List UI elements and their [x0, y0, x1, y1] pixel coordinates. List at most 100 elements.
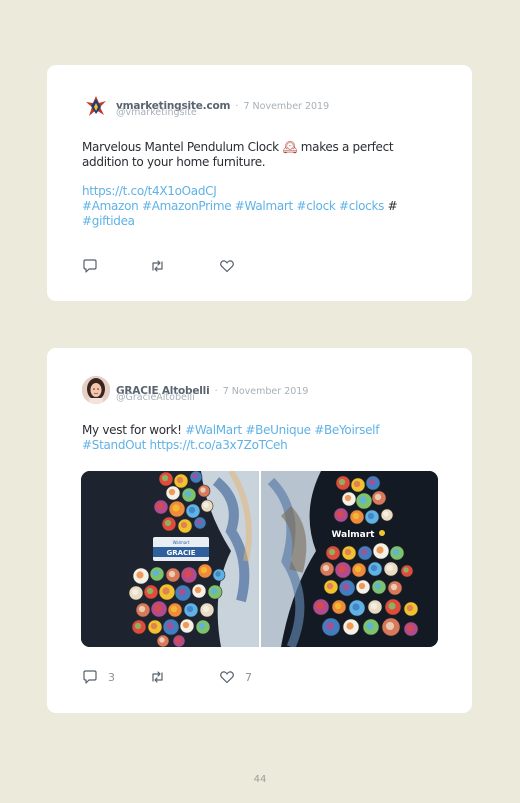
pin-button-detail [196, 519, 202, 525]
username[interactable]: @GracieAltobelli [116, 392, 195, 403]
tweet-card: GRACIE Altobelli · 7 November 2019 @Grac… [47, 348, 472, 713]
pin-button-detail [215, 571, 221, 577]
pin-button-detail [172, 504, 180, 512]
hashtag-giftidea[interactable]: #giftidea [82, 214, 135, 228]
pin-button-detail [353, 480, 361, 488]
pin-button-detail [338, 565, 346, 573]
username[interactable]: @vmarketingsite [116, 107, 197, 118]
pin-button-detail [336, 510, 344, 518]
retweet-button[interactable] [149, 669, 176, 685]
text-before-emoji: Marvelous Mantel Pendulum Clock [82, 140, 279, 154]
hashtags-and-link[interactable]: #StandOut https://t.co/a3x7ZoTCeh [82, 438, 288, 452]
pin-button-detail [360, 548, 368, 556]
pin-button-detail [176, 476, 184, 484]
vest-photo-right[interactable]: Walmart [261, 471, 438, 647]
pin-button-detail [138, 605, 146, 613]
pin-button-detail [161, 474, 169, 482]
avatar[interactable] [82, 93, 110, 121]
hashtags[interactable]: #WalMart #BeUnique #BeYoirself [185, 423, 379, 437]
pin-button-detail [374, 582, 382, 590]
pin-button-detail [354, 565, 362, 573]
pin-button-detail [178, 588, 186, 596]
pin-button-detail [342, 583, 350, 591]
pin-button-detail [344, 494, 352, 502]
pin-button-detail [210, 587, 218, 595]
pin-button-detail [168, 488, 176, 496]
pin-button-detail [192, 473, 198, 479]
pin-button-detail [316, 602, 324, 610]
reply-button[interactable]: 3 [82, 669, 115, 685]
clock-emoji: 🕰 [282, 140, 298, 154]
pin-button-detail [146, 587, 154, 595]
pin-button-detail [383, 511, 389, 517]
pin-button-detail [136, 571, 144, 579]
tweet-date[interactable]: 7 November 2019 [223, 386, 309, 397]
svg-text:Walmart: Walmart [332, 530, 376, 540]
like-icon [219, 258, 235, 274]
pin-button-detail [359, 496, 367, 504]
hash-plain: # [387, 199, 398, 213]
reply-icon [82, 258, 98, 274]
vest-photo-left[interactable]: GRACIE Walmart [81, 471, 259, 647]
reply-button[interactable] [82, 258, 108, 274]
pin-button-detail [352, 512, 360, 520]
pin-button-detail [392, 548, 400, 556]
text-plain: My vest for work! [82, 423, 182, 437]
pin-button-detail [328, 548, 336, 556]
pin-button-detail [374, 493, 382, 501]
media-gallery: GRACIE Walmart Walmart [81, 471, 438, 647]
retweet-button[interactable] [149, 258, 176, 274]
pin-button-detail [366, 622, 374, 630]
like-button[interactable] [219, 258, 245, 274]
svg-text:GRACIE: GRACIE [166, 549, 195, 557]
reply-count: 3 [108, 670, 115, 684]
like-count: 7 [245, 670, 252, 684]
pin-button-detail [198, 622, 206, 630]
pin-button-detail [131, 588, 139, 596]
pin-button-detail [325, 621, 335, 631]
pin-button-detail [200, 487, 206, 493]
pin-button-detail [338, 478, 346, 486]
pin-button-detail [370, 602, 378, 610]
pin-button-detail [370, 564, 378, 572]
pin-button-detail [150, 622, 158, 630]
pin-button-detail [184, 490, 192, 498]
pin-button-detail [154, 604, 162, 612]
pin-button-detail [203, 502, 209, 508]
tweet-actions [82, 258, 282, 274]
pin-button-detail [194, 586, 202, 594]
avatar[interactable] [82, 376, 110, 404]
tweet-text: Marvelous Mantel Pendulum Clock 🕰 makes … [82, 140, 422, 229]
pin-button-detail [406, 604, 414, 612]
pin-button-detail [352, 603, 360, 611]
svg-text:Walmart: Walmart [173, 540, 190, 545]
tweet-actions: 3 7 [82, 669, 282, 685]
pin-button-detail [406, 624, 414, 632]
pin-button-detail [156, 502, 164, 510]
pin-button-detail [159, 637, 165, 643]
reply-icon [82, 669, 98, 685]
retweet-icon [149, 258, 166, 274]
like-button[interactable]: 7 [219, 669, 252, 685]
pin-button-detail [326, 582, 334, 590]
pin-button-detail [334, 602, 342, 610]
retweet-icon [149, 669, 166, 685]
pin-button-detail [184, 570, 192, 578]
separator: · [235, 101, 239, 112]
pin-button-detail [186, 605, 194, 613]
pin-button-detail [188, 506, 196, 514]
tweet-link[interactable]: https://t.co/t4X1oOadCJ [82, 184, 217, 198]
pin-button-detail [358, 582, 366, 590]
page-number: 44 [253, 774, 267, 785]
pin-button-detail [180, 521, 188, 529]
pin-button-detail [403, 567, 409, 573]
pin-button-detail [390, 583, 398, 591]
pin-button-detail [164, 519, 172, 527]
like-icon [219, 669, 235, 685]
pin-button-detail [134, 622, 142, 630]
hashtags[interactable]: #Amazon #AmazonPrime #Walmart #clock #cl… [82, 199, 384, 213]
pin-button-detail [367, 512, 375, 520]
tweet-date[interactable]: 7 November 2019 [243, 101, 329, 112]
pin-button-detail [386, 564, 394, 572]
tweet-text: My vest for work! #WalMart #BeUnique #Be… [82, 423, 422, 453]
